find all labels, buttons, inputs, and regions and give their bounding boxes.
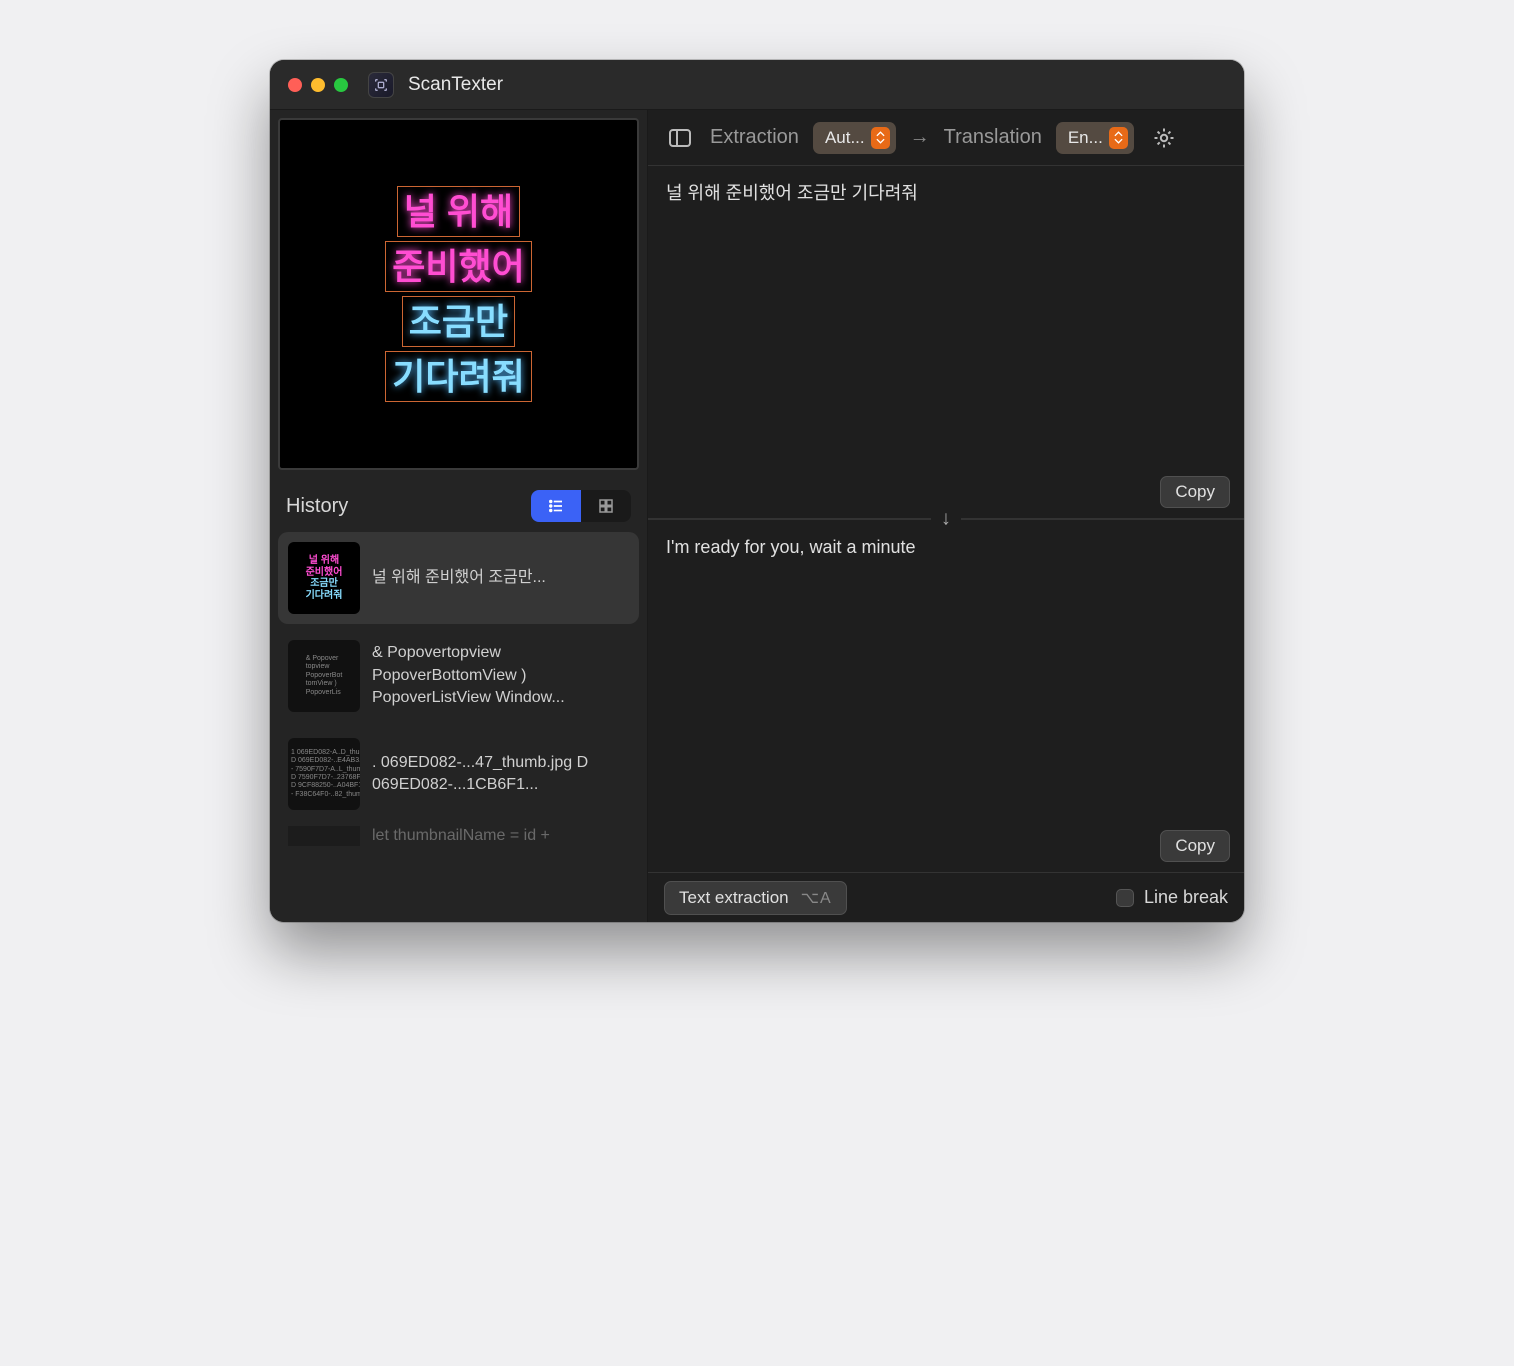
line-break-label: Line break [1144,887,1228,908]
copy-source-button[interactable]: Copy [1160,476,1230,508]
arrow-right-icon: → [910,126,930,149]
history-item[interactable]: 널 위해 준비했어 조금만 기다려줘 널 위해 준비했어 조금만... [278,532,639,624]
traffic-lights [288,78,348,92]
translated-text-pane[interactable]: I'm ready for you, wait a minute Copy [648,520,1244,872]
history-header: History [270,478,647,532]
history-item[interactable]: 1 069ED082-A..D_thumb.jpg D 069ED082-..E… [278,728,639,820]
history-thumbnail: 1 069ED082-A..D_thumb.jpg D 069ED082-..E… [288,738,360,810]
source-text-pane[interactable]: 널 위해 준비했어 조금만 기다려줘 Copy [648,166,1244,518]
list-icon [547,497,565,515]
history-item[interactable]: & Popover topview PopoverBot tomView ) P… [278,630,639,722]
minimize-window-button[interactable] [311,78,325,92]
app-icon [368,72,394,98]
extraction-language-dropdown[interactable]: Aut... [813,122,896,154]
history-thumbnail: 널 위해 준비했어 조금만 기다려줘 [288,542,360,614]
settings-button[interactable] [1148,122,1180,154]
history-item-text: let thumbnailName = id + [372,826,550,846]
line-break-checkbox[interactable]: Line break [1116,887,1228,908]
grid-view-button[interactable] [581,490,631,522]
translation-label: Translation [944,126,1042,149]
source-text: 널 위해 준비했어 조금만 기다려줘 [666,180,1226,207]
text-extraction-button[interactable]: Text extraction ⌥A [664,881,847,915]
history-item[interactable]: let thumbnailName = id + [278,826,639,846]
extraction-label: Extraction [710,126,799,149]
titlebar: ScanTexter [270,60,1244,110]
text-extraction-label: Text extraction [679,888,789,908]
neon-line-4: 기다려줘 [385,351,531,402]
sidebar-toggle-button[interactable] [664,122,696,154]
history-title: History [286,495,348,518]
neon-line-2: 준비했어 [385,241,531,292]
app-title: ScanTexter [408,74,503,96]
history-item-text: 널 위해 준비했어 조금만... [372,567,546,589]
neon-line-1: 널 위해 [397,186,520,237]
list-view-button[interactable] [531,490,581,522]
history-thumbnail [288,826,360,846]
translation-language-dropdown[interactable]: En... [1056,122,1134,154]
translation-language-value: En... [1068,128,1103,148]
chevron-updown-icon [1109,127,1128,149]
bottom-bar: Text extraction ⌥A Line break [648,872,1244,922]
history-item-text: & Popovertopview PopoverBottomView ) Pop… [372,642,629,709]
copy-translation-button[interactable]: Copy [1160,830,1230,862]
neon-sign-content: 널 위해 준비했어 조금만 기다려줘 [385,184,531,404]
view-toggle [531,490,631,522]
toolbar: Extraction Aut... → Translation En... [648,110,1244,166]
body-area: 널 위해 준비했어 조금만 기다려줘 History [270,110,1244,922]
checkbox-box [1116,889,1134,907]
maximize-window-button[interactable] [334,78,348,92]
history-item-text: . 069ED082-...47_thumb.jpg D 069ED082-..… [372,752,629,797]
text-extraction-shortcut: ⌥A [801,888,832,908]
preview-container: 널 위해 준비했어 조금만 기다려줘 [270,110,647,478]
translated-text: I'm ready for you, wait a minute [666,534,1226,561]
gear-icon [1152,126,1176,150]
chevron-updown-icon [871,127,890,149]
extraction-language-value: Aut... [825,128,865,148]
grid-icon [597,497,615,515]
history-thumbnail: & Popover topview PopoverBot tomView ) P… [288,640,360,712]
close-window-button[interactable] [288,78,302,92]
sidebar-icon [668,127,692,149]
sidebar: 널 위해 준비했어 조금만 기다려줘 History [270,110,648,922]
app-window: ScanTexter 널 위해 준비했어 조금만 기다려줘 History [270,60,1244,922]
main-panel: Extraction Aut... → Translation En... [648,110,1244,922]
neon-line-3: 조금만 [402,296,515,347]
image-preview[interactable]: 널 위해 준비했어 조금만 기다려줘 [278,118,639,470]
history-list[interactable]: 널 위해 준비했어 조금만 기다려줘 널 위해 준비했어 조금만... & Po… [270,532,647,922]
